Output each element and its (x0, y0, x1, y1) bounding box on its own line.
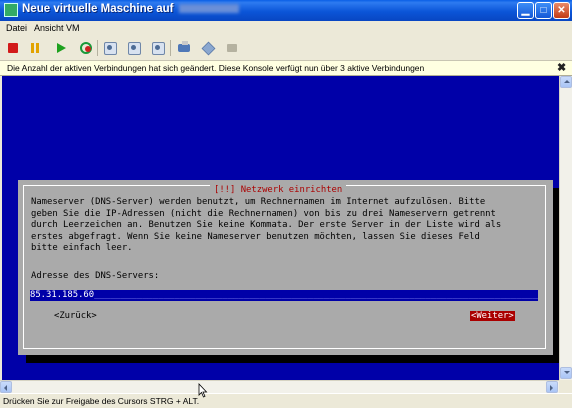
dialog-description: Nameserver (DNS-Server) werden benutzt, … (31, 197, 502, 254)
network-icon[interactable] (176, 40, 192, 56)
window-titlebar[interactable]: Neue virtuelle Maschine auf ▁ □ ✕ (0, 0, 572, 21)
menu-item-datei[interactable]: Datei (6, 23, 27, 33)
disabled-icon (224, 40, 240, 56)
manage-snapshots-icon[interactable] (150, 40, 166, 56)
minimize-button[interactable]: ▁ (517, 2, 534, 19)
snapshot-icon[interactable] (102, 40, 118, 56)
vertical-scrollbar[interactable] (559, 76, 572, 380)
menu-item-ansicht[interactable]: Ansicht (34, 23, 64, 33)
scroll-right-icon[interactable] (546, 381, 558, 393)
dns-field-label: Adresse des DNS-Servers: (31, 271, 160, 281)
reset-icon[interactable] (78, 40, 94, 56)
input-fill: ________________________________________… (94, 290, 538, 300)
vm-tools-icon[interactable] (200, 40, 216, 56)
horizontal-scrollbar[interactable] (0, 380, 559, 393)
status-text: Drücken Sie zur Freigabe des Cursors STR… (3, 396, 200, 406)
scroll-left-icon[interactable] (0, 381, 12, 393)
pause-icon[interactable] (28, 40, 44, 56)
network-dialog: [!!] Netzwerk einrichten Nameserver (DNS… (18, 180, 553, 355)
toolbar-separator (97, 40, 98, 56)
back-button[interactable]: <Zurück> (54, 311, 97, 321)
redacted-hostname (179, 4, 240, 14)
toolbar-separator (170, 40, 171, 56)
close-infobar-icon[interactable]: ✖ (557, 61, 566, 74)
next-button[interactable]: <Weiter> (470, 311, 515, 321)
revert-snapshot-icon[interactable] (126, 40, 142, 56)
stop-icon[interactable] (5, 40, 21, 56)
info-bar: Die Anzahl der aktiven Verbindungen hat … (0, 61, 572, 76)
info-message: Die Anzahl der aktiven Verbindungen hat … (7, 63, 425, 73)
maximize-button[interactable]: □ (535, 2, 552, 19)
window-title: Neue virtuelle Maschine auf (22, 3, 240, 15)
toolbar (0, 36, 572, 61)
dialog-title: [!!] Netzwerk einrichten (210, 185, 347, 195)
dns-server-input[interactable]: 85.31.185.60____________________________… (30, 290, 538, 301)
close-button[interactable]: ✕ (553, 2, 570, 19)
menu-item-vm[interactable]: VM (66, 23, 80, 33)
mouse-cursor-icon (198, 383, 208, 398)
scrollbar-corner (559, 380, 572, 393)
vm-console[interactable]: [!!] Netzwerk einrichten Nameserver (DNS… (2, 76, 559, 380)
status-bar: Drücken Sie zur Freigabe des Cursors STR… (0, 393, 572, 408)
vm-app-icon (4, 3, 18, 17)
dns-server-value: 85.31.185.60 (30, 290, 95, 300)
scroll-up-icon[interactable] (560, 76, 572, 88)
menu-bar: Datei Ansicht VM (0, 21, 572, 36)
scroll-down-icon[interactable] (560, 367, 572, 379)
play-icon[interactable] (53, 40, 69, 56)
